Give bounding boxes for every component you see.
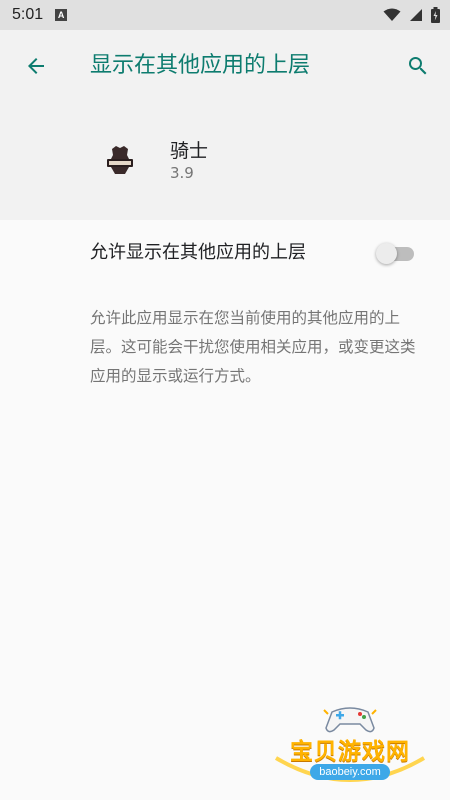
app-header: 骑士 3.9 xyxy=(0,102,450,220)
knight-logo-icon xyxy=(107,146,133,174)
watermark-text: 宝贝游戏网 xyxy=(290,739,410,765)
switch-thumb xyxy=(376,243,397,264)
signal-icon xyxy=(410,9,422,21)
wifi-icon xyxy=(383,8,401,21)
page-title: 显示在其他应用的上层 xyxy=(90,53,311,78)
status-bar: 5:01 A xyxy=(0,0,450,30)
search-icon xyxy=(409,57,427,75)
overlay-toggle-switch[interactable] xyxy=(376,243,416,264)
app-bar: 显示在其他应用的上层 xyxy=(0,30,450,102)
status-icons xyxy=(383,7,440,23)
watermark: 宝贝游戏网 baobeiy.com xyxy=(270,702,430,794)
arrow-left-icon xyxy=(28,58,44,74)
game-controller-icon xyxy=(323,707,377,733)
allow-overlay-setting[interactable]: 允许显示在其他应用的上层 xyxy=(0,220,450,286)
setting-label: 允许显示在其他应用的上层 xyxy=(90,242,306,263)
setting-description: 允许此应用显示在您当前使用的其他应用的上层。这可能会干扰您使用相关应用，或变更这… xyxy=(90,309,416,385)
back-button[interactable] xyxy=(18,48,54,84)
battery-icon xyxy=(431,7,440,23)
app-name: 骑士 xyxy=(170,140,209,162)
watermark-domain: baobeiy.com xyxy=(310,764,390,780)
search-button[interactable] xyxy=(400,48,436,84)
notification-a-icon: A xyxy=(55,9,68,21)
app-version: 3.9 xyxy=(170,164,194,182)
status-time: 5:01 xyxy=(12,6,44,23)
app-icon xyxy=(100,140,140,180)
